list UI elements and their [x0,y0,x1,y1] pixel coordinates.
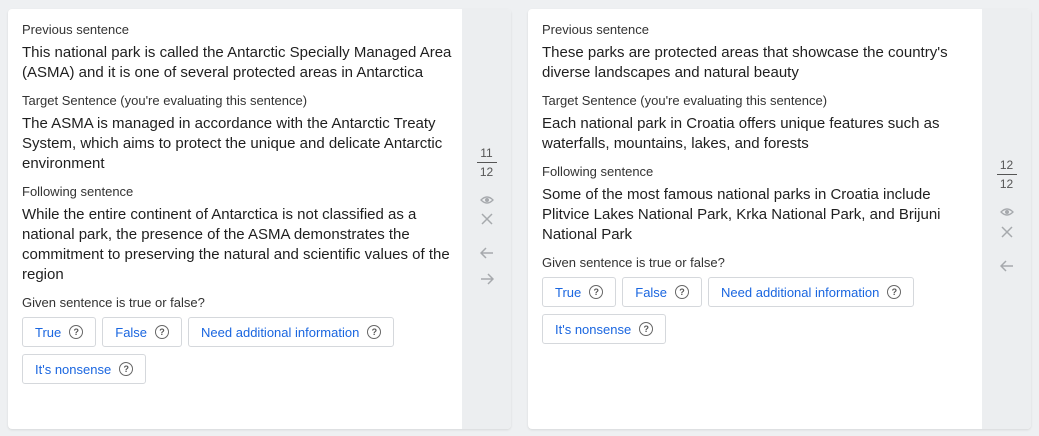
task-counter: 12 12 [982,158,1031,191]
answer-label: True [555,284,582,300]
answer-options: True ? False ? Need additional informati… [22,317,458,384]
counter-total: 12 [999,177,1014,191]
following-sentence-text: Some of the most famous national parks i… [542,186,941,243]
following-sentence-section: Following sentence Some of the most famo… [542,164,978,245]
question-label: Given sentence is true or false? [22,295,205,310]
target-sentence-label: Target Sentence (you're evaluating this … [542,93,828,108]
task-sidebar: 12 12 [982,9,1031,429]
task-content: Previous sentence These parks are protec… [542,22,978,344]
previous-sentence-label: Previous sentence [542,22,649,37]
task-content: Previous sentence This national park is … [22,22,458,384]
answer-label: False [115,324,148,340]
counter-divider [996,174,1017,175]
previous-sentence-section: Previous sentence This national park is … [22,22,458,83]
answer-nonsense-button[interactable]: It's nonsense ? [542,314,667,344]
close-icon[interactable] [462,211,511,227]
answer-false-button[interactable]: False ? [622,277,703,307]
answer-nonsense-button[interactable]: It's nonsense ? [22,354,147,384]
counter-total: 12 [479,165,494,179]
target-sentence-section: Target Sentence (you're evaluating this … [22,93,458,174]
help-icon[interactable]: ? [887,285,902,299]
help-icon[interactable]: ? [589,285,604,299]
answer-label: True [35,324,62,340]
help-icon[interactable]: ? [119,362,134,376]
answer-label: False [635,284,668,300]
eye-icon[interactable] [982,204,1031,220]
help-icon[interactable]: ? [69,325,84,339]
help-icon[interactable]: ? [367,325,382,339]
help-icon[interactable]: ? [675,285,690,299]
answer-label: Need additional information [721,284,880,300]
following-sentence-section: Following sentence While the entire cont… [22,184,458,285]
answer-true-button[interactable]: True ? [542,277,617,307]
answer-label: It's nonsense [555,321,632,337]
counter-current: 11 [480,146,493,160]
answer-options: True ? False ? Need additional informati… [542,277,978,344]
arrow-left-icon[interactable] [982,258,1031,274]
target-sentence-section: Target Sentence (you're evaluating this … [542,93,978,154]
counter-current: 12 [999,158,1014,172]
close-icon[interactable] [982,224,1031,240]
following-sentence-label: Following sentence [22,184,134,199]
previous-sentence-text: This national park is called the Antarct… [22,44,452,81]
task-sidebar: 11 12 [462,9,511,429]
target-sentence-text: The ASMA is managed in accordance with t… [22,115,443,172]
following-sentence-label: Following sentence [542,164,654,179]
answer-label: Need additional information [201,324,360,340]
task-counter: 11 12 [462,146,511,179]
answer-need-info-button[interactable]: Need additional information ? [188,317,395,347]
answer-true-button[interactable]: True ? [22,317,97,347]
answer-false-button[interactable]: False ? [102,317,183,347]
previous-sentence-section: Previous sentence These parks are protec… [542,22,978,83]
answer-label: It's nonsense [35,361,112,377]
task-card-1: Previous sentence This national park is … [8,9,511,429]
help-icon[interactable]: ? [155,325,170,339]
help-icon[interactable]: ? [639,322,654,336]
previous-sentence-label: Previous sentence [22,22,129,37]
following-sentence-text: While the entire continent of Antarctica… [22,206,450,283]
answer-need-info-button[interactable]: Need additional information ? [708,277,915,307]
counter-divider [476,162,497,163]
eye-icon[interactable] [462,192,511,208]
question-label: Given sentence is true or false? [542,255,725,270]
arrow-right-icon[interactable] [462,271,511,287]
previous-sentence-text: These parks are protected areas that sho… [542,44,948,81]
arrow-left-icon[interactable] [462,245,511,261]
task-card-2: Previous sentence These parks are protec… [528,9,1031,429]
target-sentence-label: Target Sentence (you're evaluating this … [22,93,308,108]
target-sentence-text: Each national park in Croatia offers uni… [542,115,940,152]
